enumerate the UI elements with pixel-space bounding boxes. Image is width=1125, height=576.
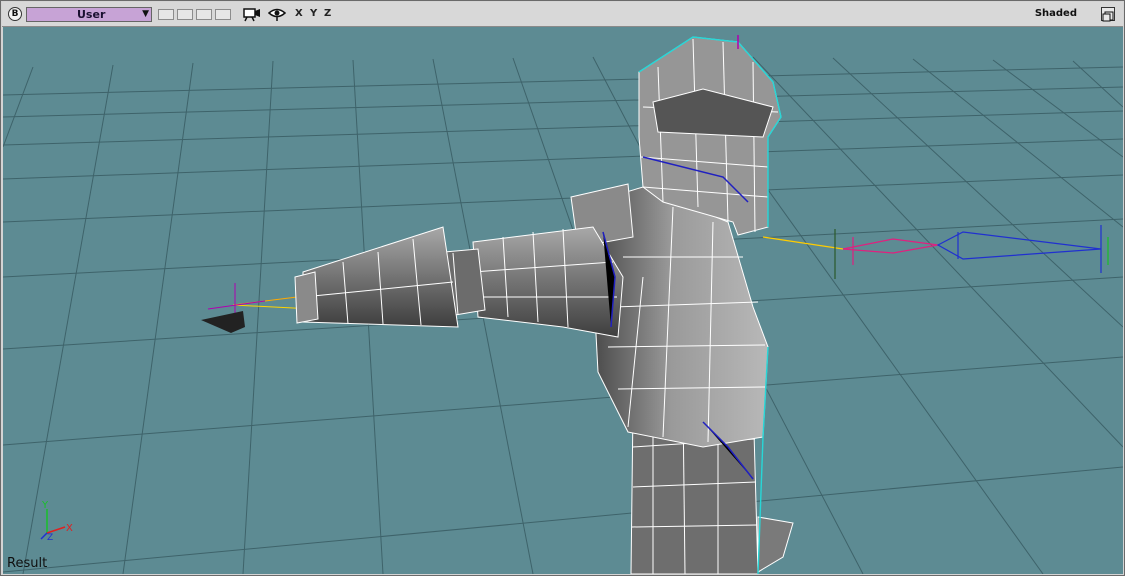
camera-icon[interactable] <box>243 6 261 26</box>
character-mesh <box>294 35 794 574</box>
camera-select-value: User <box>77 8 106 21</box>
gizmo-y-label: Y <box>41 500 49 511</box>
view-slot-1[interactable] <box>158 9 174 20</box>
shading-mode-menu[interactable]: Shaded <box>1035 8 1077 20</box>
view-slot-4[interactable] <box>215 9 231 20</box>
axis-y-toggle[interactable]: Y <box>310 8 317 20</box>
scene-render: Y X Z <box>3 35 1123 574</box>
maximize-icon[interactable] <box>1101 7 1115 22</box>
axis-x-toggle[interactable]: X <box>295 8 303 20</box>
status-label: Result <box>7 556 48 571</box>
eye-icon[interactable] <box>267 6 287 26</box>
viewport-window: B User ▼ X Y Z Shaded Y X Z Result <box>0 0 1125 576</box>
dropdown-arrow-icon: ▼ <box>142 9 149 19</box>
gizmo-x-label: X <box>66 523 73 534</box>
axis-z-toggle[interactable]: Z <box>324 8 331 20</box>
3d-viewport[interactable]: Y X Z Result <box>3 27 1123 574</box>
right-arm-bone <box>762 225 1109 279</box>
view-slot-3[interactable] <box>196 9 212 20</box>
viewport-menu-button[interactable]: B <box>8 7 22 21</box>
view-slot-2[interactable] <box>177 9 193 20</box>
camera-select[interactable]: User ▼ <box>26 7 152 22</box>
viewport-toolbar: B User ▼ X Y Z Shaded <box>2 2 1123 27</box>
gizmo-z-label: Z <box>47 533 53 543</box>
